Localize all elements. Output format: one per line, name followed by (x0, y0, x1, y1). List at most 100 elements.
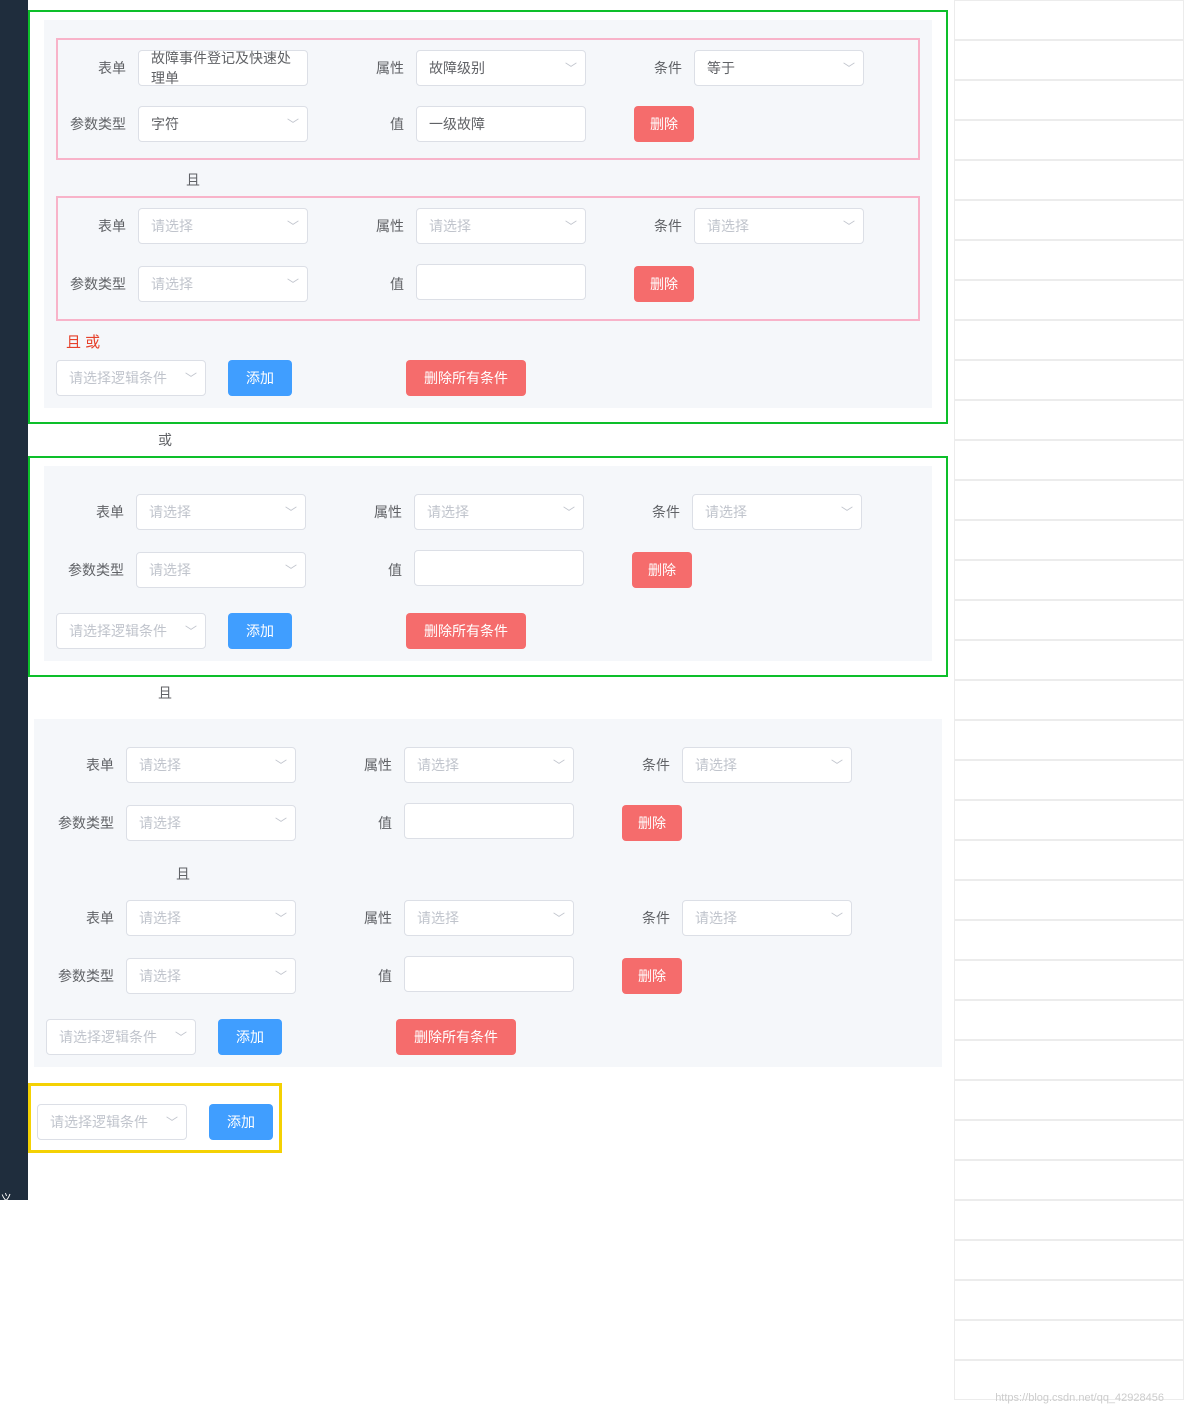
form-input[interactable]: 故障事件登记及快速处理单 (138, 50, 308, 86)
value-input[interactable] (416, 264, 586, 300)
form-select[interactable]: 请选择﹀ (138, 208, 308, 244)
chevron-down-icon: ﹀ (275, 910, 287, 927)
field-label: 参数类型 (46, 813, 126, 833)
delete-button[interactable]: 删除 (634, 106, 694, 142)
field-label: 表单 (56, 502, 136, 522)
cond-select[interactable]: 请选择﹀ (682, 900, 852, 936)
field-label: 值 (324, 813, 404, 833)
field-label: 表单 (46, 755, 126, 775)
field-label: 属性 (336, 216, 416, 236)
chevron-down-icon: ﹀ (553, 757, 565, 774)
attr-select[interactable]: 请选择﹀ (404, 900, 574, 936)
condition-subgroup: 表单请选择﹀属性请选择﹀条件请选择﹀参数类型请选择﹀值删除 (56, 484, 920, 605)
delete-button[interactable]: 删除 (622, 805, 682, 841)
chevron-down-icon: ﹀ (166, 1114, 178, 1131)
field-label: 条件 (602, 908, 682, 928)
field-label: 值 (336, 114, 416, 134)
value-input[interactable] (414, 550, 584, 586)
chevron-down-icon: ﹀ (843, 60, 855, 77)
value-input[interactable]: 一级故障 (416, 106, 586, 142)
chevron-down-icon: ﹀ (831, 910, 843, 927)
chevron-down-icon: ﹀ (841, 504, 853, 521)
ptype-select[interactable]: 请选择﹀ (138, 266, 308, 302)
field-label: 表单 (58, 216, 138, 236)
cond-select[interactable]: 请选择﹀ (694, 208, 864, 244)
chevron-down-icon: ﹀ (275, 967, 287, 984)
value-input[interactable] (404, 803, 574, 839)
chevron-down-icon: ﹀ (565, 60, 577, 77)
chevron-down-icon: ﹀ (275, 814, 287, 831)
add-button[interactable]: 添加 (218, 1019, 282, 1055)
delete-all-button[interactable]: 删除所有条件 (406, 360, 526, 396)
field-label: 表单 (58, 58, 138, 78)
field-label: 条件 (614, 216, 694, 236)
footer-snippet: 义 (0, 1190, 12, 1207)
add-button[interactable]: 添加 (228, 360, 292, 396)
ptype-select[interactable]: 请选择﹀ (136, 552, 306, 588)
cond-select[interactable]: 请选择﹀ (682, 747, 852, 783)
chevron-down-icon: ﹀ (831, 757, 843, 774)
condition-group: 表单故障事件登记及快速处理单属性故障级别﹀条件等于﹀参数类型字符﹀值一级故障删除… (28, 10, 948, 424)
condition-subgroup: 表单故障事件登记及快速处理单 属性故障级别﹀ 条件等于﹀ 参数类型字符﹀ 值一级故障 删除 (56, 38, 920, 160)
ptype-select[interactable]: 字符﹀ (138, 106, 308, 142)
chevron-down-icon: ﹀ (185, 370, 197, 387)
condition-subgroup: 表单请选择﹀属性请选择﹀条件请选择﹀参数类型请选择﹀值删除 (56, 196, 920, 321)
delete-button[interactable]: 删除 (622, 958, 682, 994)
connector-label: 且 (176, 864, 930, 884)
attr-select[interactable]: 请选择﹀ (404, 747, 574, 783)
form-select[interactable]: 请选择﹀ (126, 747, 296, 783)
connector-label: 且 (186, 170, 920, 190)
ptype-select[interactable]: 请选择﹀ (126, 805, 296, 841)
field-label: 表单 (46, 908, 126, 928)
chevron-down-icon: ﹀ (287, 218, 299, 235)
value-input[interactable] (404, 956, 574, 992)
logic-select[interactable]: 请选择逻辑条件﹀ (56, 613, 206, 649)
cond-select[interactable]: 等于﹀ (694, 50, 864, 86)
attr-select[interactable]: 请选择﹀ (416, 208, 586, 244)
field-label: 参数类型 (58, 114, 138, 134)
chevron-down-icon: ﹀ (285, 561, 297, 578)
cond-select[interactable]: 请选择﹀ (692, 494, 862, 530)
add-button[interactable]: 添加 (228, 613, 292, 649)
global-add-footer: 请选择逻辑条件﹀ 添加 (28, 1083, 282, 1153)
logic-select[interactable]: 请选择逻辑条件﹀ (46, 1019, 196, 1055)
add-button[interactable]: 添加 (209, 1104, 273, 1140)
chevron-down-icon: ﹀ (285, 504, 297, 521)
delete-all-button[interactable]: 删除所有条件 (396, 1019, 516, 1055)
field-label: 参数类型 (46, 966, 126, 986)
delete-button[interactable]: 删除 (634, 266, 694, 302)
condition-group: 表单请选择﹀属性请选择﹀条件请选择﹀参数类型请选择﹀值删除且表单请选择﹀属性请选… (28, 709, 948, 1077)
connector-label: 且 (158, 683, 948, 703)
chevron-down-icon: ﹀ (185, 623, 197, 640)
logic-select[interactable]: 请选择逻辑条件﹀ (56, 360, 206, 396)
logic-select[interactable]: 请选择逻辑条件﹀ (37, 1104, 187, 1140)
delete-button[interactable]: 删除 (632, 552, 692, 588)
field-label: 值 (334, 560, 414, 580)
watermark: https://blog.csdn.net/qq_42928456 (995, 1392, 1164, 1404)
field-label: 属性 (334, 502, 414, 522)
chevron-down-icon: ﹀ (553, 910, 565, 927)
chevron-down-icon: ﹀ (563, 504, 575, 521)
field-label: 条件 (614, 58, 694, 78)
chevron-down-icon: ﹀ (287, 116, 299, 133)
delete-all-button[interactable]: 删除所有条件 (406, 613, 526, 649)
form-select[interactable]: 请选择﹀ (136, 494, 306, 530)
form-select[interactable]: 请选择﹀ (126, 900, 296, 936)
chevron-down-icon: ﹀ (843, 218, 855, 235)
condition-group: 表单请选择﹀属性请选择﹀条件请选择﹀参数类型请选择﹀值删除请选择逻辑条件﹀添加删… (28, 456, 948, 677)
field-label: 属性 (324, 908, 404, 928)
field-label: 值 (336, 274, 416, 294)
condition-subgroup: 表单请选择﹀属性请选择﹀条件请选择﹀参数类型请选择﹀值删除 (46, 737, 930, 858)
connector-label: 或 (158, 430, 948, 450)
field-label: 属性 (336, 58, 416, 78)
chevron-down-icon: ﹀ (565, 218, 577, 235)
field-label: 属性 (324, 755, 404, 775)
attr-select[interactable]: 故障级别﹀ (416, 50, 586, 86)
ptype-select[interactable]: 请选择﹀ (126, 958, 296, 994)
annotation-and-or: 且 或 (66, 331, 920, 352)
field-label: 条件 (612, 502, 692, 522)
field-label: 值 (324, 966, 404, 986)
field-label: 参数类型 (56, 560, 136, 580)
condition-subgroup: 表单请选择﹀属性请选择﹀条件请选择﹀参数类型请选择﹀值删除 (46, 890, 930, 1011)
attr-select[interactable]: 请选择﹀ (414, 494, 584, 530)
